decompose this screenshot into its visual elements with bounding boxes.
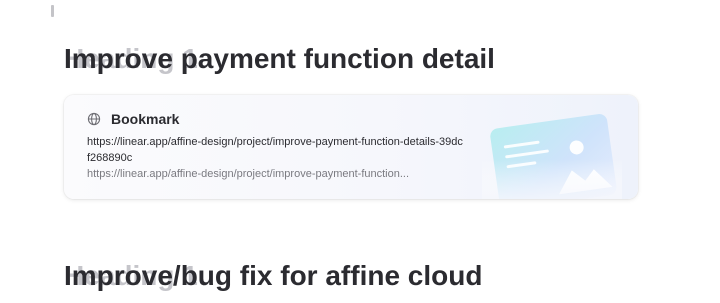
bookmark-description: https://linear.app/affine-design/project…	[87, 136, 463, 164]
bookmark-title: Bookmark	[111, 111, 180, 127]
bookmark-title-row: Bookmark	[87, 111, 179, 127]
heading-text[interactable]: Improve payment function detail	[64, 39, 495, 79]
editor-page: Heading 1 Improve payment function detai…	[0, 0, 720, 303]
bookmark-illustration	[482, 109, 622, 199]
bookmark-url[interactable]: https://linear.app/affine-design/project…	[87, 167, 459, 181]
drag-handle[interactable]	[51, 5, 54, 17]
bookmark-card[interactable]: Bookmark https://linear.app/affine-desig…	[64, 95, 638, 199]
globe-icon	[87, 112, 101, 126]
heading-text[interactable]: Improve/bug fix for affine cloud	[64, 256, 482, 296]
